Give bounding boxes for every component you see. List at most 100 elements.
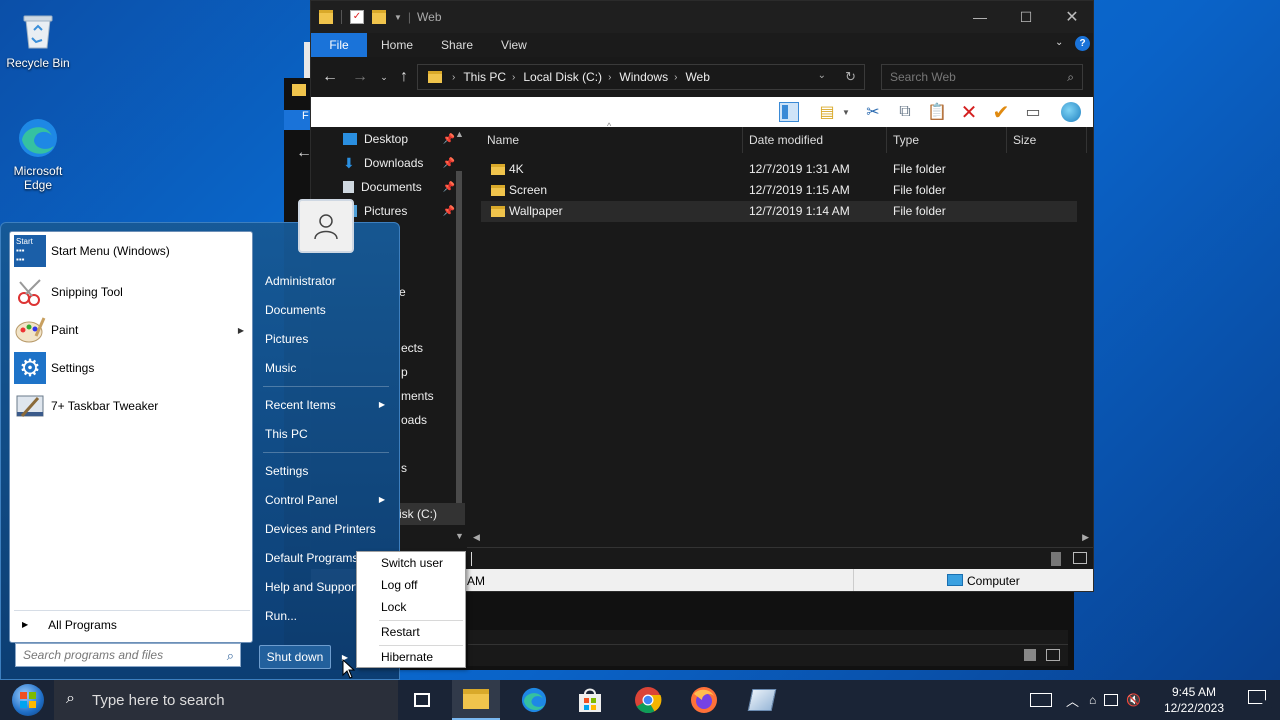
scroll-right-icon[interactable]: ▶ — [1082, 532, 1089, 543]
taskbar-microsoft-store[interactable] — [566, 680, 614, 720]
folder-options-icon[interactable]: ▤ — [817, 102, 837, 122]
nav-item-downloads[interactable]: ⬇ Downloads 📌 — [343, 152, 463, 174]
taskbar-taskbar-tweaker[interactable] — [738, 680, 786, 720]
taskbar-firefox[interactable] — [680, 680, 728, 720]
volume-muted-icon[interactable]: 🔇 — [1126, 693, 1141, 707]
file-row[interactable]: Wallpaper 12/7/2019 1:14 AM File folder — [481, 201, 1077, 222]
large-icons-view-icon[interactable] — [1073, 552, 1087, 564]
tab-home[interactable]: Home — [367, 33, 427, 57]
tab-file[interactable]: File — [311, 33, 367, 57]
menu-item-restart[interactable]: Restart — [381, 621, 420, 643]
shut-down-button[interactable]: Shut down — [259, 645, 331, 669]
column-header-size[interactable]: Size — [1007, 127, 1087, 153]
scroll-down-icon[interactable]: ▼ — [455, 531, 464, 541]
program-settings[interactable]: ⚙ Settings — [14, 351, 250, 385]
program-snipping-tool[interactable]: Snipping Tool — [14, 275, 250, 309]
large-icons-view-icon[interactable] — [1046, 649, 1060, 661]
address-dropdown-icon[interactable]: ⌄ — [818, 70, 826, 81]
file-row[interactable]: Screen 12/7/2019 1:15 AM File folder — [481, 180, 1077, 201]
start-item-administrator[interactable]: Administrator — [265, 269, 393, 293]
column-header-type[interactable]: Type — [887, 127, 1007, 153]
file-date: 12/7/2019 1:15 AM — [749, 183, 850, 197]
task-view-button[interactable] — [398, 680, 446, 720]
delete-icon[interactable]: ✕ — [959, 102, 979, 124]
desktop-icon-edge[interactable]: Microsoft Edge — [0, 116, 76, 192]
scroll-up-icon[interactable]: ▲ — [455, 129, 464, 139]
breadcrumb-this-pc[interactable]: This PC — [463, 70, 506, 84]
program-paint[interactable]: Paint ▶ — [14, 313, 250, 347]
cut-icon[interactable]: ✂ — [863, 102, 883, 122]
nav-item-desktop[interactable]: Desktop 📌 — [343, 128, 463, 150]
column-header-date[interactable]: Date modified — [743, 127, 887, 153]
nav-partial-text[interactable]: isk (C:) — [399, 503, 465, 525]
show-hidden-icons-icon[interactable]: ︿ — [1066, 691, 1079, 710]
address-bar[interactable]: › This PC › Local Disk (C:) › Windows › … — [417, 64, 865, 90]
taskbar-search-box[interactable]: ⌕ Type here to search — [54, 680, 398, 720]
properties-icon[interactable]: ▭ — [1023, 102, 1043, 122]
horizontal-scrollbar[interactable]: ◀ ▶ — [469, 531, 1093, 545]
horizontal-scrollbar[interactable] — [468, 630, 1068, 644]
nav-item-documents[interactable]: Documents 📌 — [343, 176, 463, 198]
close-button[interactable]: ✕ — [1049, 1, 1095, 33]
tab-view[interactable]: View — [487, 33, 541, 57]
start-item-control-panel[interactable]: Control Panel ▶ — [265, 488, 393, 512]
start-item-documents[interactable]: Documents — [265, 298, 393, 322]
start-item-this-pc[interactable]: This PC — [265, 422, 393, 446]
details-view-icon[interactable] — [1024, 649, 1036, 661]
folder-options-dropdown-icon[interactable]: ▼ — [841, 102, 851, 122]
scroll-thumb[interactable] — [456, 171, 462, 507]
quick-access-dropdown-icon[interactable]: ▼ — [394, 13, 402, 22]
desktop-icon-recycle-bin[interactable]: Recycle Bin — [0, 8, 76, 70]
help-icon[interactable]: ? — [1075, 36, 1090, 51]
tab-share[interactable]: Share — [427, 33, 487, 57]
search-input[interactable]: Search Web ⌕ — [881, 64, 1083, 90]
start-item-recent-items[interactable]: Recent Items ▶ — [265, 393, 393, 417]
menu-item-hibernate[interactable]: Hibernate — [381, 646, 433, 668]
nav-scrollbar[interactable]: ▲ ▼ — [453, 127, 465, 541]
rename-confirm-icon[interactable]: ✔ — [991, 102, 1011, 124]
start-search-input[interactable]: Search programs and files ⌕ — [15, 643, 241, 667]
column-header-name[interactable]: Name — [469, 127, 743, 153]
maximize-button[interactable]: ☐ — [1003, 1, 1049, 33]
new-folder-icon[interactable] — [372, 10, 386, 24]
menu-item-switch-user[interactable]: Switch user — [381, 552, 443, 574]
taskbar-file-explorer[interactable] — [452, 680, 500, 720]
start-button[interactable] — [4, 680, 52, 720]
menu-item-log-off[interactable]: Log off — [381, 574, 417, 596]
paste-icon[interactable]: 📋 — [927, 102, 947, 122]
menu-item-lock[interactable]: Lock — [381, 596, 406, 618]
preview-pane-icon[interactable] — [779, 102, 799, 122]
scroll-left-icon[interactable]: ◀ — [473, 532, 480, 543]
program-start-menu-windows[interactable]: Start ▪▪▪ ▪▪▪ Start Menu (Windows) — [14, 234, 250, 268]
nav-item-pictures[interactable]: Pictures 📌 — [343, 200, 463, 222]
network-globe-icon[interactable] — [1061, 102, 1081, 122]
expand-ribbon-icon[interactable]: ⌄ — [1055, 37, 1063, 48]
details-view-icon[interactable] — [1051, 552, 1061, 566]
program-7-taskbar-tweaker[interactable]: 7+ Taskbar Tweaker — [14, 389, 250, 423]
all-programs-button[interactable]: ▶ All Programs — [14, 610, 250, 638]
forward-button[interactable]: → — [347, 64, 373, 90]
file-explorer-window[interactable]: ✓ ▼ | Web — ☐ ✕ File Home Share View ⌄ ?… — [310, 0, 1094, 592]
start-item-music[interactable]: Music — [265, 356, 393, 380]
taskbar-chrome[interactable] — [624, 680, 672, 720]
refresh-icon[interactable]: ↻ — [845, 69, 856, 85]
user-picture[interactable] — [298, 199, 354, 253]
device-icon[interactable]: ⌂ — [1089, 693, 1096, 707]
clock[interactable]: 9:45 AM 12/22/2023 — [1164, 684, 1224, 716]
copy-icon[interactable]: ⧉ — [895, 102, 915, 122]
start-item-settings[interactable]: Settings — [265, 459, 393, 483]
action-center-button[interactable] — [1248, 690, 1272, 710]
breadcrumb-windows[interactable]: Windows — [619, 70, 668, 84]
back-button[interactable]: ← — [317, 64, 343, 90]
minimize-button[interactable]: — — [957, 1, 1003, 33]
taskbar-edge[interactable] — [510, 680, 558, 720]
breadcrumb-web[interactable]: Web — [685, 70, 709, 84]
file-row[interactable]: 4K 12/7/2019 1:31 AM File folder — [481, 159, 1077, 180]
start-item-pictures[interactable]: Pictures — [265, 327, 393, 351]
breadcrumb-local-disk[interactable]: Local Disk (C:) — [523, 70, 602, 84]
up-button[interactable]: ↑ — [391, 64, 417, 90]
properties-icon[interactable]: ✓ — [350, 10, 364, 24]
start-item-devices-and-printers[interactable]: Devices and Printers — [265, 517, 393, 541]
network-icon[interactable] — [1104, 694, 1119, 706]
news-widget-icon[interactable] — [1030, 693, 1052, 707]
